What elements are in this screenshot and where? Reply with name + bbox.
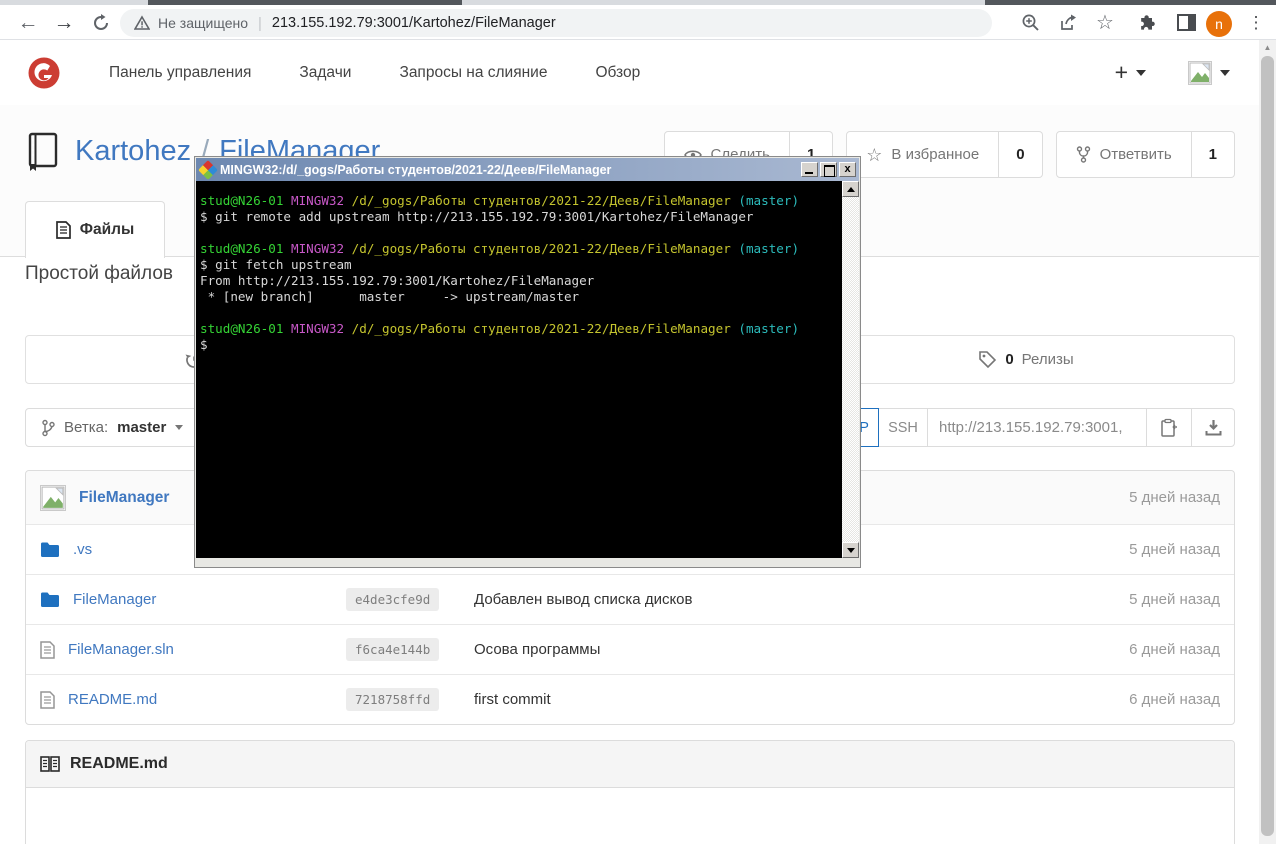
- fork-count[interactable]: 1: [1191, 131, 1235, 178]
- table-row: FileManager e4de3cfe9d Добавлен вывод сп…: [26, 574, 1234, 624]
- commit-hash[interactable]: 7218758ffd: [346, 688, 440, 711]
- user-avatar-broken-image-icon[interactable]: [1188, 60, 1212, 85]
- repository-book-icon: [28, 132, 58, 171]
- table-row: FileManager.sln f6ca4e144b Осова програм…: [26, 624, 1234, 674]
- folder-icon: [41, 592, 59, 607]
- nav-issues[interactable]: Задачи: [299, 64, 351, 82]
- terminal-bottom-frame: [195, 558, 860, 566]
- file-icon: [55, 221, 71, 239]
- commit-time: 6 дней назад: [1129, 691, 1220, 708]
- fork-icon: [1076, 146, 1090, 163]
- readme-panel: README.md: [25, 740, 1235, 844]
- commit-time: 5 дней назад: [1129, 591, 1220, 608]
- browser-toolbar: ← → Не защищено | 213.155.192.79:3001/Ka…: [0, 5, 1276, 40]
- file-link[interactable]: README.md: [68, 691, 157, 708]
- file-link[interactable]: FileManager.sln: [68, 641, 174, 658]
- commit-hash[interactable]: e4de3cfe9d: [346, 588, 440, 611]
- commit-hash[interactable]: f6ca4e144b: [346, 638, 440, 661]
- minimize-button[interactable]: [801, 162, 818, 177]
- readme-header: README.md: [26, 741, 1234, 788]
- terminal-scroll-up-icon[interactable]: [842, 181, 859, 197]
- page-scrollbar[interactable]: ▲: [1259, 40, 1276, 844]
- branch-caret-icon: [175, 425, 184, 430]
- forward-button[interactable]: →: [48, 5, 80, 40]
- terminal-title: MINGW32:/d/_gogs/Работы студентов/2021-2…: [220, 162, 612, 177]
- tab-files[interactable]: Файлы: [25, 201, 165, 258]
- clipboard-copy-icon: [1161, 418, 1177, 437]
- commit-time: 5 дней назад: [1129, 489, 1220, 506]
- releases-stat[interactable]: 0 Релизы: [816, 336, 1236, 383]
- branch-icon: [42, 419, 55, 436]
- fork-button[interactable]: Ответвить: [1055, 131, 1192, 178]
- copy-url-button[interactable]: [1146, 408, 1192, 447]
- fork-button-group: Ответвить 1: [1055, 131, 1235, 178]
- security-label: Не защищено: [158, 15, 248, 31]
- gogs-navbar: Панель управления Задачи Запросы на слия…: [0, 40, 1276, 105]
- nav-dashboard[interactable]: Панель управления: [109, 64, 251, 82]
- page-scrollbar-thumb[interactable]: [1261, 56, 1274, 836]
- committer-avatar-broken-image-icon: [40, 484, 66, 511]
- terminal-scrollbar[interactable]: [842, 181, 859, 558]
- tag-icon: [979, 351, 997, 369]
- star-count[interactable]: 0: [999, 131, 1043, 178]
- msys-icon: [198, 159, 218, 180]
- back-button[interactable]: ←: [12, 5, 44, 40]
- url-text: 213.155.192.79:3001/Kartohez/FileManager: [271, 15, 556, 31]
- not-secure-icon: [134, 15, 150, 30]
- file-link[interactable]: .vs: [73, 541, 92, 558]
- nav-explore[interactable]: Обзор: [595, 64, 640, 82]
- mingw-terminal-window: MINGW32:/d/_gogs/Работы студентов/2021-2…: [195, 157, 860, 567]
- download-button[interactable]: [1191, 408, 1235, 447]
- clone-url-group: HTTP SSH: [821, 408, 1235, 447]
- new-repo-caret-icon[interactable]: [1136, 69, 1146, 76]
- scrollbar-up-arrow-icon[interactable]: ▲: [1259, 40, 1276, 55]
- releases-count: 0: [1005, 351, 1014, 368]
- releases-label: Релизы: [1021, 351, 1074, 368]
- commit-message[interactable]: Добавлен вывод списка дисков: [474, 591, 1070, 608]
- file-icon: [40, 690, 55, 709]
- terminal-text: stud@N26-01 MINGW32 /d/_gogs/Работы студ…: [200, 193, 800, 352]
- commit-message[interactable]: Осова программы: [474, 641, 1070, 658]
- browser-menu-icon[interactable]: ⋮: [1242, 5, 1270, 40]
- table-row: README.md 7218758ffd first commit 6 дней…: [26, 674, 1234, 724]
- current-branch: master: [117, 419, 167, 436]
- side-panel-icon[interactable]: [1169, 5, 1203, 40]
- terminal-title-bar[interactable]: MINGW32:/d/_gogs/Работы студентов/2021-2…: [196, 158, 859, 181]
- star-icon: ☆: [866, 144, 883, 165]
- new-repo-plus-icon[interactable]: +: [1115, 61, 1128, 84]
- committer-name-link[interactable]: FileManager: [79, 489, 169, 507]
- branch-selector[interactable]: Ветка: master: [25, 408, 200, 447]
- maximize-button[interactable]: [820, 162, 837, 177]
- download-icon: [1205, 420, 1221, 436]
- star-button[interactable]: ☆ В избранное: [846, 131, 1000, 178]
- share-icon[interactable]: [1052, 5, 1084, 40]
- user-menu-caret-icon[interactable]: [1220, 69, 1230, 76]
- extensions-icon[interactable]: [1130, 5, 1164, 40]
- nav-pull-requests[interactable]: Запросы на слияние: [399, 64, 547, 82]
- bookmark-star-icon[interactable]: ☆: [1089, 5, 1121, 40]
- readme-title: README.md: [70, 755, 168, 772]
- commit-message[interactable]: first commit: [474, 691, 1070, 708]
- screen: ← → Не защищено | 213.155.192.79:3001/Ka…: [0, 0, 1276, 844]
- ssh-protocol-button[interactable]: SSH: [878, 408, 928, 447]
- browser-profile-avatar[interactable]: n: [1206, 11, 1232, 37]
- gogs-logo[interactable]: [27, 56, 61, 90]
- file-link[interactable]: FileManager: [73, 591, 156, 608]
- folder-icon: [41, 542, 59, 557]
- star-button-group: ☆ В избранное 0: [846, 131, 1043, 178]
- terminal-body[interactable]: stud@N26-01 MINGW32 /d/_gogs/Работы студ…: [196, 181, 859, 558]
- commit-time: 5 дней назад: [1129, 541, 1220, 558]
- terminal-scroll-down-icon[interactable]: [842, 542, 859, 558]
- close-button[interactable]: x: [839, 162, 856, 177]
- address-bar[interactable]: Не защищено | 213.155.192.79:3001/Kartoh…: [120, 9, 992, 37]
- clone-url-input[interactable]: [927, 408, 1147, 447]
- reload-button[interactable]: [85, 5, 117, 40]
- repo-owner-link[interactable]: Kartohez: [75, 135, 191, 167]
- zoom-icon[interactable]: [1014, 5, 1046, 40]
- repo-description: Простой файлов: [25, 263, 174, 284]
- commit-time: 6 дней назад: [1129, 641, 1220, 658]
- open-book-icon: [40, 756, 60, 772]
- file-icon: [40, 640, 55, 659]
